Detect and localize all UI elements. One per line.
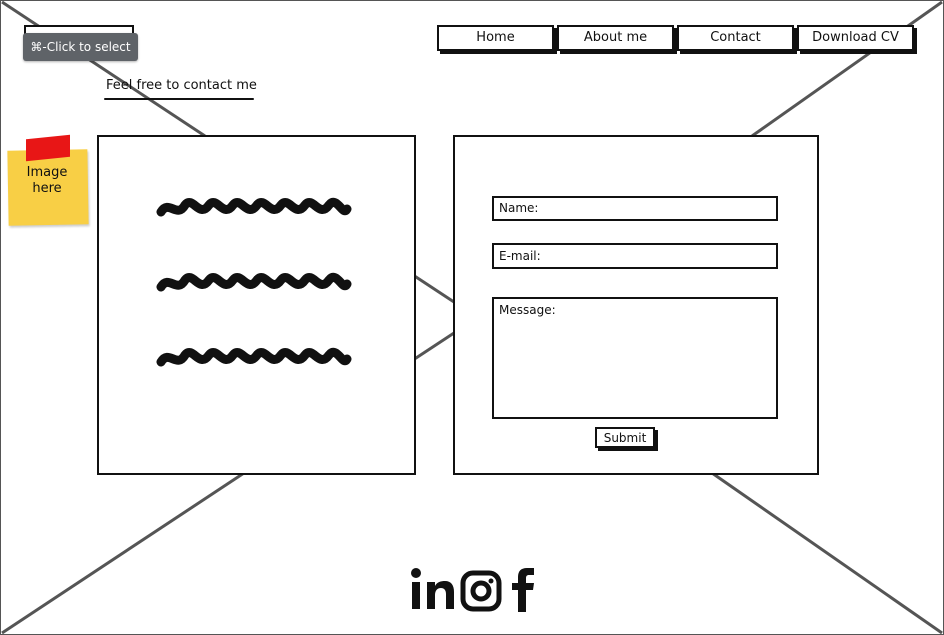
message-label: Message: [499, 303, 556, 317]
scribble-text-lines [156, 198, 352, 367]
click-to-select-tooltip: ⌘-Click to select [23, 33, 138, 61]
scribble-line-2 [156, 273, 352, 292]
text-content-panel [97, 135, 416, 475]
scribble-line-1 [156, 198, 352, 217]
facebook-icon[interactable] [510, 566, 538, 614]
name-field[interactable]: Name: [492, 196, 778, 221]
email-field[interactable]: E-mail: [492, 243, 778, 269]
note-tape [26, 134, 70, 162]
instagram-icon[interactable] [460, 566, 502, 614]
subtitle-underline [104, 98, 254, 100]
email-label: E-mail: [499, 249, 541, 263]
nav-download-cv-button[interactable]: Download CV [797, 25, 914, 51]
submit-button[interactable]: Submit [595, 427, 655, 448]
nav-home-button[interactable]: Home [437, 25, 554, 51]
message-field[interactable]: Message: [492, 297, 778, 419]
image-placeholder-label: Image here [8, 165, 86, 197]
linkedin-icon[interactable] [410, 566, 456, 614]
note-line-1: Image [26, 165, 68, 180]
name-label: Name: [499, 201, 539, 215]
note-line-2: here [32, 181, 62, 196]
nav-about-button[interactable]: About me [557, 25, 674, 51]
scribble-line-3 [156, 348, 352, 367]
nav-contact-button[interactable]: Contact [677, 25, 794, 51]
page-subtitle: Feel free to contact me [106, 78, 257, 93]
